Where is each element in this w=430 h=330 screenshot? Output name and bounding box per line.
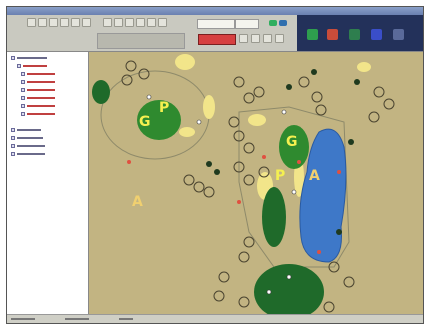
title-bar [7, 7, 423, 15]
water-tool-icon[interactable] [371, 29, 382, 40]
green-label-right: G [286, 134, 298, 150]
tree-item-9[interactable] [11, 136, 43, 140]
bunker [357, 62, 371, 72]
toolbar-button-8[interactable] [114, 18, 123, 27]
status-segment-3 [119, 318, 133, 320]
toolbar-button-14[interactable] [251, 34, 260, 43]
area-label-left: A [132, 194, 143, 210]
application-window: G P G P A A [6, 6, 424, 324]
toolbar-button-2[interactable] [38, 18, 47, 27]
bunker [175, 54, 195, 70]
course-map-drawing [92, 54, 395, 317]
toolbar-button-5[interactable] [71, 18, 80, 27]
toolbar-button-15[interactable] [263, 34, 272, 43]
record-button[interactable] [198, 34, 236, 45]
green-label-left: G [139, 114, 151, 130]
toolbar-button-4[interactable] [60, 18, 69, 27]
tree-root[interactable] [11, 56, 47, 60]
tree-item-7[interactable] [21, 112, 55, 116]
toolbar-button-9[interactable] [125, 18, 134, 27]
tree-item-3[interactable] [21, 80, 55, 84]
tree-item-11[interactable] [11, 152, 45, 156]
toolbar-button-16[interactable] [275, 34, 284, 43]
hazard-tool-icon[interactable] [327, 29, 338, 40]
toolbar-button-11[interactable] [147, 18, 156, 27]
tool-dock [297, 15, 423, 51]
toolbar-button-12[interactable] [158, 18, 167, 27]
area-label-center: A [309, 168, 320, 184]
bunker [179, 127, 195, 137]
toolbar-button-7[interactable] [103, 18, 112, 27]
tee-box [262, 187, 286, 247]
tree-item-10[interactable] [11, 144, 45, 148]
layer-tree-panel [7, 52, 89, 317]
toolbar-button-3[interactable] [49, 18, 58, 27]
tree-item-2[interactable] [21, 72, 55, 76]
status-bar [7, 314, 423, 323]
tree-item-8[interactable] [11, 128, 41, 132]
toolbar-button-13[interactable] [239, 34, 248, 43]
layer-dropdown[interactable] [197, 19, 235, 29]
zoom-dropdown[interactable] [235, 19, 259, 29]
toolbar-panel [97, 33, 185, 49]
status-segment-2 [65, 318, 89, 320]
pin-label-left: P [159, 100, 170, 116]
toolbar-button-6[interactable] [82, 18, 91, 27]
status-segment-1 [11, 318, 35, 320]
course-map-canvas[interactable]: G P G P A A [89, 52, 423, 317]
bunker [203, 95, 215, 119]
tree-item-4[interactable] [21, 88, 55, 92]
tree-tool-icon[interactable] [349, 29, 360, 40]
status-led-icon-2 [279, 20, 287, 26]
extra-tool-icon[interactable] [393, 29, 404, 40]
status-led-icon [269, 20, 277, 26]
pin-label-right: P [275, 168, 286, 184]
bunker [248, 114, 266, 126]
tree-item-6[interactable] [21, 104, 55, 108]
tree-item-1[interactable] [17, 64, 47, 68]
green-small [92, 80, 110, 104]
toolbar [7, 15, 423, 52]
toolbar-button-1[interactable] [27, 18, 36, 27]
tree-item-5[interactable] [21, 96, 55, 100]
green-tool-icon[interactable] [307, 29, 318, 40]
tee-box-large [254, 264, 324, 317]
toolbar-button-10[interactable] [136, 18, 145, 27]
